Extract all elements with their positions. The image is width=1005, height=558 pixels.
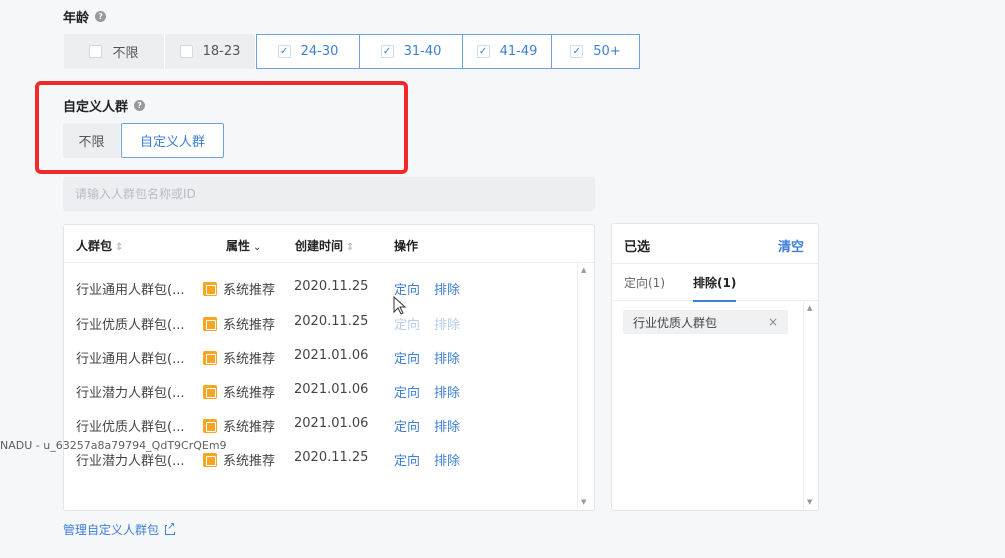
row-date: 2021.01.06: [294, 382, 369, 397]
tab-exclude[interactable]: 排除(1): [693, 274, 737, 302]
selected-header: 已选 清空: [612, 224, 818, 264]
age-option-18-23[interactable]: 18-23: [165, 34, 256, 69]
scroll-up-icon[interactable]: ▲: [807, 304, 812, 312]
row-name: 行业优质人群包(...: [76, 420, 185, 435]
watermark: NADU - u_63257a8a79794_QdT9CrQEm9: [0, 439, 227, 452]
recommend-icon: [203, 453, 217, 467]
table-scrollbar[interactable]: ▲ ▼: [577, 263, 592, 509]
header-created[interactable]: 创建时间 ⇕: [295, 237, 354, 254]
row-date: 2021.01.06: [294, 416, 369, 431]
age-label: 年龄?: [63, 7, 107, 26]
scroll-up-icon[interactable]: ▲: [581, 266, 586, 274]
row-attr: 系统推荐: [203, 279, 275, 298]
header-ops: 操作: [394, 239, 419, 253]
recommend-icon: [203, 351, 217, 365]
table-header: 人群包 ⇕ 属性 ⌄ 创建时间 ⇕ 操作: [64, 225, 594, 263]
check-icon: ✓: [476, 45, 490, 58]
check-icon: ✓: [570, 45, 584, 58]
age-option-50plus[interactable]: ✓ 50+: [551, 34, 640, 69]
row-name: 行业潜力人群包(...: [76, 454, 185, 469]
selected-title: 已选: [624, 240, 651, 255]
sort-icon: ⇕: [346, 242, 355, 253]
external-link-icon: [165, 520, 176, 535]
table-row: 行业优质人群包(... 系统推荐 2021.01.06 定向 排除: [64, 407, 579, 441]
selected-tag: 行业优质人群包 ×: [623, 310, 788, 334]
sort-icon: ⇕: [115, 242, 124, 253]
target-link[interactable]: 定向: [394, 416, 420, 435]
target-link[interactable]: 定向: [394, 382, 420, 401]
recommend-icon: [203, 282, 217, 296]
custom-audience-unlimited-button[interactable]: 不限: [63, 123, 120, 158]
checkbox-icon: [179, 45, 193, 58]
row-date: 2021.01.06: [294, 348, 369, 363]
help-icon[interactable]: ?: [95, 11, 107, 22]
audience-table: 人群包 ⇕ 属性 ⌄ 创建时间 ⇕ 操作 行业通用人群包(... 系统推荐 2020.…: [63, 224, 595, 511]
row-attr: 系统推荐: [203, 382, 275, 401]
target-link[interactable]: 定向: [394, 314, 420, 333]
checkbox-icon: [89, 45, 103, 58]
target-link[interactable]: 定向: [394, 450, 420, 469]
row-name: 行业通用人群包(...: [76, 283, 185, 298]
exclude-link[interactable]: 排除: [434, 279, 460, 298]
tab-target[interactable]: 定向(1): [624, 274, 665, 291]
row-name: 行业通用人群包(...: [76, 352, 185, 367]
clear-button[interactable]: 清空: [778, 236, 804, 255]
exclude-link[interactable]: 排除: [434, 314, 460, 333]
age-option-24-30[interactable]: ✓ 24-30: [256, 34, 359, 69]
table-row: 行业优质人群包(... 系统推荐 2020.11.25 定向 排除: [64, 305, 579, 339]
target-link[interactable]: 定向: [394, 348, 420, 367]
scroll-down-icon[interactable]: ▼: [581, 498, 586, 506]
row-date: 2020.11.25: [294, 279, 369, 294]
table-row: 行业潜力人群包(... 系统推荐 2021.01.06 定向 排除: [64, 373, 579, 407]
row-attr: 系统推荐: [203, 348, 275, 367]
age-option-31-40[interactable]: ✓ 31-40: [359, 34, 462, 69]
check-icon: ✓: [277, 45, 291, 58]
table-row: 行业通用人群包(... 系统推荐 2021.01.06 定向 排除: [64, 339, 579, 373]
scroll-down-icon[interactable]: ▼: [807, 498, 812, 506]
exclude-link[interactable]: 排除: [434, 416, 460, 435]
check-icon: ✓: [380, 45, 394, 58]
age-option-41-49[interactable]: ✓ 41-49: [462, 34, 551, 69]
header-attr[interactable]: 属性 ⌄: [226, 237, 261, 254]
selected-scrollbar[interactable]: ▲ ▼: [803, 301, 818, 509]
header-name[interactable]: 人群包 ⇕: [76, 237, 123, 254]
audience-search-input[interactable]: [63, 177, 595, 211]
recommend-icon: [203, 385, 217, 399]
row-attr: 系统推荐: [203, 314, 275, 333]
mouse-cursor-icon: [393, 296, 407, 315]
row-name: 行业优质人群包(...: [76, 318, 185, 333]
tag-label: 行业优质人群包: [633, 315, 718, 330]
exclude-link[interactable]: 排除: [434, 382, 460, 401]
exclude-link[interactable]: 排除: [434, 348, 460, 367]
exclude-link[interactable]: 排除: [434, 450, 460, 469]
custom-audience-label: 自定义人群?: [63, 96, 146, 115]
row-name: 行业潜力人群包(...: [76, 386, 185, 401]
row-date: 2020.11.25: [294, 450, 369, 465]
recommend-icon: [203, 419, 217, 433]
row-attr: 系统推荐: [203, 450, 275, 469]
age-options: 不限 18-23 ✓ 24-30 ✓ 31-40 ✓ 41-49 ✓ 50+: [64, 34, 640, 69]
row-attr: 系统推荐: [203, 416, 275, 435]
custom-audience-custom-button[interactable]: 自定义人群: [121, 123, 224, 158]
recommend-icon: [203, 317, 217, 331]
close-icon[interactable]: ×: [768, 315, 778, 329]
selected-panel: 已选 清空 定向(1) 排除(1) 行业优质人群包 × ▲ ▼: [611, 223, 819, 511]
chevron-down-icon: ⌄: [253, 242, 262, 253]
table-row: 行业通用人群包(... 系统推荐 2020.11.25 定向 排除: [64, 270, 579, 304]
age-option-unlimited[interactable]: 不限: [64, 34, 165, 69]
help-icon[interactable]: ?: [134, 100, 146, 111]
manage-audience-link[interactable]: 管理自定义人群包: [63, 520, 176, 538]
row-date: 2020.11.25: [294, 314, 369, 329]
selected-tabs: 定向(1) 排除(1): [612, 264, 818, 302]
